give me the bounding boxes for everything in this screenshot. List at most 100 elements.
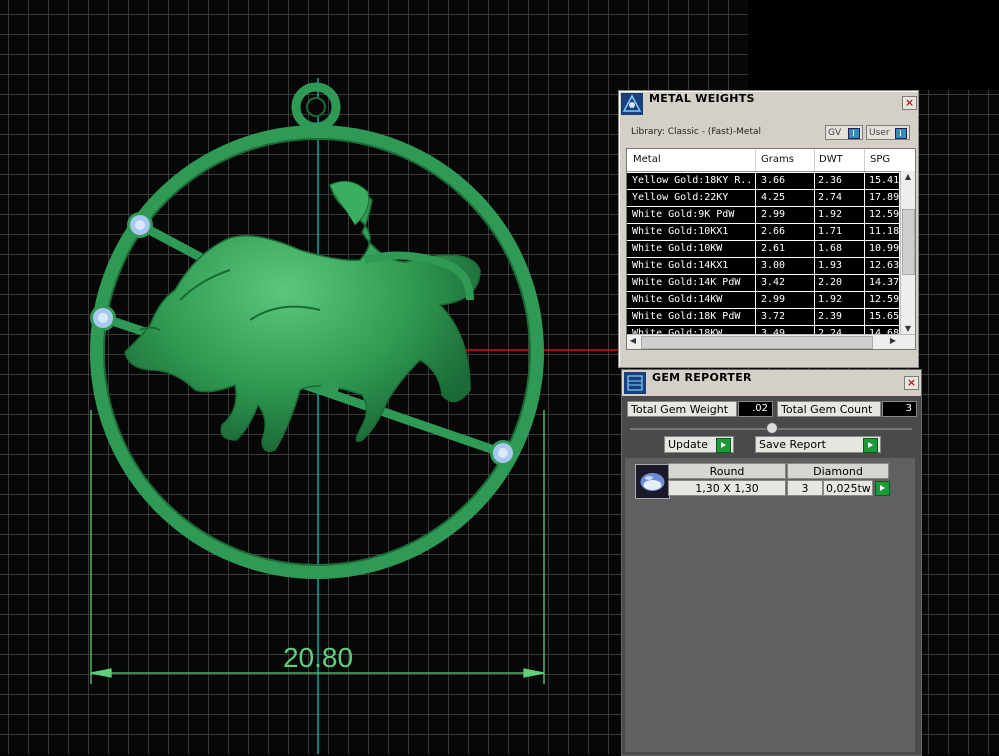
column-separator: [814, 224, 815, 240]
gem-size-cell: 1,30 X 1,30: [668, 480, 786, 496]
grams-cell: 3.66: [761, 175, 786, 186]
metal-weights-panel: METAL WEIGHTS × Library: Classic - (Fast…: [618, 90, 919, 368]
update-button[interactable]: Update: [664, 436, 734, 453]
grams-cell: 2.66: [761, 226, 786, 237]
scroll-left-icon[interactable]: ◀: [627, 335, 639, 347]
grams-cell: 2.61: [761, 243, 786, 254]
save-report-button[interactable]: Save Report: [755, 436, 881, 453]
metal-table-row[interactable]: White Gold:18K PdW 3.72 2.39 15.65: [627, 309, 899, 326]
gem-type-header: Diamond: [787, 463, 889, 479]
metal-name-cell: White Gold:10KX1: [632, 226, 729, 237]
column-separator: [814, 190, 815, 206]
column-separator: [814, 275, 815, 291]
metal-table-row[interactable]: Yellow Gold:18KY R... 3.66 2.36 15.41: [627, 173, 899, 190]
spg-cell: 12.63: [869, 260, 899, 271]
metal-weights-titlebar[interactable]: METAL WEIGHTS ×: [619, 91, 918, 115]
dwt-cell: 1.93: [818, 260, 843, 271]
horizontal-scroll-thumb[interactable]: [641, 336, 873, 349]
metal-weights-app-icon: [621, 93, 643, 115]
metal-name-cell: White Gold:18K PdW: [632, 311, 741, 322]
column-separator: [814, 173, 815, 189]
metal-table-row[interactable]: White Gold:9K PdW 2.99 1.92 12.59: [627, 207, 899, 224]
scroll-right-icon[interactable]: ▶: [887, 335, 899, 347]
column-separator: [864, 292, 865, 308]
gem-reporter-close-icon[interactable]: ×: [904, 376, 919, 390]
metal-weights-table: Metal Grams DWT SPG Yellow Gold:18KY R..…: [626, 148, 916, 350]
dwt-cell: 1.92: [818, 294, 843, 305]
bull-figure: [124, 180, 481, 452]
column-separator: [755, 241, 756, 257]
metal-table-row[interactable]: White Gold:14KX1 3.00 1.93 12.63: [627, 258, 899, 275]
column-separator: [864, 224, 865, 240]
grams-cell: 3.42: [761, 277, 786, 288]
gem-slider-handle[interactable]: [766, 422, 778, 434]
metal-table-horizontal-scrollbar[interactable]: ◀ ▶: [627, 334, 915, 349]
user-toggle-label: User: [869, 128, 890, 138]
column-separator: [814, 207, 815, 223]
gem-reporter-titlebar[interactable]: GEM REPORTER ×: [622, 370, 921, 396]
column-separator: [814, 241, 815, 257]
column-separator: [864, 275, 865, 291]
user-toggle[interactable]: User: [866, 125, 910, 140]
gem-reporter-app-icon: [624, 372, 646, 394]
metal-weights-close-icon[interactable]: ×: [902, 96, 917, 110]
save-report-button-label: Save Report: [759, 438, 826, 451]
dwt-cell: 2.74: [818, 192, 843, 203]
metal-table-row[interactable]: White Gold:14KW 2.99 1.92 12.59: [627, 292, 899, 309]
user-toggle-switch-icon: [895, 128, 907, 139]
metal-table-header: Metal Grams DWT SPG: [627, 149, 915, 172]
column-header-grams[interactable]: Grams: [761, 154, 794, 165]
column-separator: [814, 258, 815, 274]
column-header-spg[interactable]: SPG: [870, 154, 890, 165]
dwt-cell: 1.71: [818, 226, 843, 237]
column-separator: [864, 207, 865, 223]
gem-list: Round Diamond 1,30 X 1,30 3 0,025tw: [625, 458, 915, 752]
column-header-metal[interactable]: Metal: [633, 154, 661, 165]
gem-weight-cell: 0,025tw: [823, 480, 873, 496]
round-gem-thumbnail-icon[interactable]: [635, 464, 670, 499]
column-separator: [814, 309, 815, 325]
metal-weights-title: METAL WEIGHTS: [649, 92, 755, 105]
spg-cell: 12.59: [869, 294, 899, 305]
gv-toggle-label: GV: [828, 128, 842, 138]
spg-cell: 11.18: [869, 226, 899, 237]
column-separator: [755, 207, 756, 223]
grams-cell: 4.25: [761, 192, 786, 203]
dwt-cell: 2.39: [818, 311, 843, 322]
grams-cell: 3.72: [761, 311, 786, 322]
grams-cell: 3.00: [761, 260, 786, 271]
gem-shape-header: Round: [668, 463, 786, 479]
gem-count-cell: 3: [787, 480, 823, 496]
metal-name-cell: White Gold:9K PdW: [632, 209, 735, 220]
scroll-up-icon[interactable]: ▲: [902, 171, 914, 183]
spg-cell: 15.65: [869, 311, 899, 322]
column-separator: [864, 258, 865, 274]
vertical-scroll-thumb[interactable]: [902, 209, 915, 275]
column-header-dwt[interactable]: DWT: [819, 154, 843, 165]
metal-name-cell: White Gold:14KW: [632, 294, 723, 305]
metal-table-vertical-scrollbar[interactable]: ▲ ▼: [900, 171, 915, 335]
grams-cell: 2.99: [761, 209, 786, 220]
spg-cell: 12.59: [869, 209, 899, 220]
dwt-cell: 2.20: [818, 277, 843, 288]
gv-toggle[interactable]: GV: [825, 125, 863, 140]
save-report-go-icon: [863, 438, 878, 453]
column-separator: [864, 241, 865, 257]
dwt-cell: 1.92: [818, 209, 843, 220]
metal-table-row[interactable]: White Gold:14K PdW 3.42 2.20 14.37: [627, 275, 899, 292]
column-separator: [755, 173, 756, 189]
spg-cell: 10.99: [869, 243, 899, 254]
dimension-label: 20.80: [283, 642, 353, 673]
update-button-label: Update: [668, 438, 708, 451]
metal-name-cell: Yellow Gold:22KY: [632, 192, 729, 203]
column-separator: [755, 258, 756, 274]
dwt-cell: 1.68: [818, 243, 843, 254]
gem-reporter-panel: GEM REPORTER × Total Gem Weight .02 Tota…: [621, 369, 922, 756]
metal-table-row[interactable]: Yellow Gold:22KY 4.25 2.74 17.89: [627, 190, 899, 207]
column-separator: [864, 173, 865, 189]
gem-row-go-icon[interactable]: [875, 481, 890, 496]
metal-table-row[interactable]: White Gold:10KX1 2.66 1.71 11.18: [627, 224, 899, 241]
column-separator: [755, 275, 756, 291]
metal-table-row[interactable]: White Gold:10KW 2.61 1.68 10.99: [627, 241, 899, 258]
gv-toggle-switch-icon: [848, 128, 860, 139]
